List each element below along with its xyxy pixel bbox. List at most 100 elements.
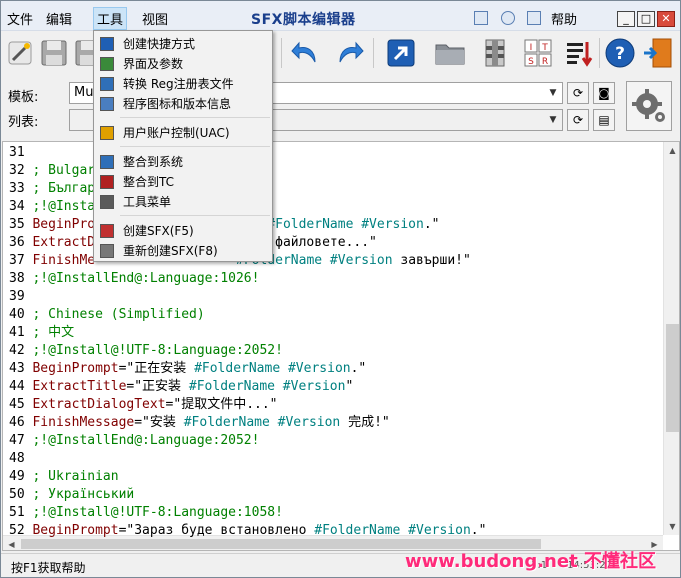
exit-icon[interactable] xyxy=(641,36,675,70)
code-line[interactable]: 33 ; Българ xyxy=(9,180,95,198)
code-segment: ="安装 xyxy=(134,415,184,430)
code-line[interactable]: 31 xyxy=(9,144,32,162)
tool-menu-icon xyxy=(100,195,114,209)
program-info-icon xyxy=(100,97,114,111)
magic-wand-icon[interactable] xyxy=(3,36,37,70)
scroll-up-icon[interactable]: ▲ xyxy=(664,142,679,159)
help-icon[interactable]: ? xyxy=(603,36,637,70)
vertical-scrollbar[interactable]: ▲ ▼ xyxy=(663,142,679,535)
code-line[interactable]: 39 xyxy=(9,288,32,306)
line-number: 40 xyxy=(9,307,25,322)
code-line[interactable]: 46 FinishMessage="安装 #FolderName #Versio… xyxy=(9,414,390,432)
code-line[interactable]: 50 ; Український xyxy=(9,486,134,504)
line-number: 49 xyxy=(9,469,25,484)
text-style-icon[interactable]: I T S R xyxy=(521,36,555,70)
refresh-icon[interactable] xyxy=(501,11,515,25)
settings-doc-icon[interactable] xyxy=(474,11,488,25)
menu-file[interactable]: 文件 xyxy=(7,9,33,28)
tools-menu-item[interactable]: 整合到TC xyxy=(95,172,271,192)
tools-menu: 创建快捷方式 界面及参数转换 Reg注册表文件 程序图标和版本信息 用户账户控制(UA… xyxy=(93,30,273,262)
document-icon: ▤ xyxy=(598,113,610,127)
text-style-letter: I xyxy=(530,43,533,53)
menu-help[interactable]: 帮助 xyxy=(551,9,577,28)
tools-menu-item[interactable]: 工具菜单 xyxy=(95,192,271,212)
tools-menu-item[interactable]: 创建快捷方式 xyxy=(95,34,271,54)
close-button[interactable]: ✕ xyxy=(657,11,675,27)
camera-button[interactable]: ◙ xyxy=(593,82,615,104)
toolbar-separator xyxy=(281,38,282,68)
tools-menu-item[interactable]: 转换 Reg注册表文件 xyxy=(95,74,271,94)
tools-menu-item[interactable]: 程序图标和版本信息 xyxy=(95,94,271,114)
code-line[interactable]: 42 ;!@Install@!UTF-8:Language:2052! xyxy=(9,342,283,360)
svg-text:?: ? xyxy=(615,44,625,64)
document-icon[interactable] xyxy=(527,11,541,25)
code-segment: ; 中文 xyxy=(32,325,75,340)
tools-menu-item[interactable]: 创建SFX(F5) xyxy=(95,221,271,241)
code-line[interactable]: 41 ; 中文 xyxy=(9,324,74,342)
code-segment: #FolderName #Version xyxy=(183,415,341,430)
code-segment: ;!@InstallEnd@:Language:2052! xyxy=(32,433,260,448)
title-bar: 文件 编辑 工具 视图 SFX脚本编辑器 帮助 _ □ ✕ xyxy=(1,1,680,31)
code-segment: ; Український xyxy=(32,487,135,502)
maximize-button[interactable]: □ xyxy=(637,11,655,27)
line-number: 42 xyxy=(9,343,25,358)
code-line[interactable]: 40 ; Chinese (Simplified) xyxy=(9,306,205,324)
line-number: 33 xyxy=(9,181,25,196)
menu-tools[interactable]: 工具 xyxy=(92,7,128,30)
line-number: 37 xyxy=(9,253,25,268)
refresh-list-button[interactable]: ⟳ xyxy=(567,109,589,131)
app-title: SFX脚本编辑器 xyxy=(251,12,356,28)
chevron-down-icon[interactable]: ▼ xyxy=(546,85,560,101)
list-label: 列表: xyxy=(8,115,39,130)
chevron-down-icon[interactable]: ▼ xyxy=(546,112,560,128)
code-segment: ;!@InstallEnd@:Language:1026! xyxy=(32,271,260,286)
sort-icon[interactable] xyxy=(562,36,596,70)
settings-button[interactable] xyxy=(626,81,672,131)
menu-view[interactable]: 视图 xyxy=(142,9,168,28)
line-number: 41 xyxy=(9,325,25,340)
toolbar-separator xyxy=(373,38,374,68)
system-integrate-icon xyxy=(100,155,114,169)
archive-icon[interactable] xyxy=(478,36,512,70)
text-style-letter: T xyxy=(541,43,548,53)
code-line[interactable]: 38 ;!@InstallEnd@:Language:1026! xyxy=(9,270,259,288)
folder-icon[interactable] xyxy=(433,36,467,70)
undo-icon[interactable] xyxy=(289,36,323,70)
vertical-scroll-thumb[interactable] xyxy=(666,324,679,432)
line-number: 34 xyxy=(9,199,25,214)
code-segment: ExtractDialogText xyxy=(32,397,166,412)
line-number: 47 xyxy=(9,433,25,448)
code-line[interactable]: 51 ;!@Install@!UTF-8:Language:1058! xyxy=(9,504,283,522)
minimize-button[interactable]: _ xyxy=(617,11,635,27)
tools-menu-item[interactable]: 重新创建SFX(F8) xyxy=(95,241,271,261)
list-doc-button[interactable]: ▤ xyxy=(593,109,615,131)
menu-edit[interactable]: 编辑 xyxy=(46,9,72,28)
code-line[interactable]: 32 ; Bulgar xyxy=(9,162,95,180)
code-line[interactable]: 43 BeginPrompt="正在安装 #FolderName #Versio… xyxy=(9,360,366,378)
menu-separator xyxy=(120,215,270,216)
tools-menu-item[interactable]: 整合到系统 xyxy=(95,152,271,172)
redo-icon[interactable] xyxy=(332,36,366,70)
code-line[interactable]: 45 ExtractDialogText="提取文件中..." xyxy=(9,396,278,414)
code-segment: завърши!" xyxy=(392,253,471,268)
text-style-letter: R xyxy=(542,57,548,67)
tools-menu-item-label: 创建快捷方式 xyxy=(123,37,196,51)
code-segment: FinishMe xyxy=(32,253,96,268)
code-line[interactable]: 47 ;!@InstallEnd@:Language:2052! xyxy=(9,432,259,450)
line-number: 35 xyxy=(9,217,25,232)
code-line[interactable]: 52 BeginPrompt="Зараз буде встановлено #… xyxy=(9,522,486,540)
code-line[interactable]: 48 xyxy=(9,450,32,468)
tools-menu-item-label: 界面及参数 xyxy=(123,57,184,71)
save-icon[interactable] xyxy=(37,36,71,70)
tools-menu-item[interactable]: 界面及参数 xyxy=(95,54,271,74)
code-line[interactable]: 49 ; Ukrainian xyxy=(9,468,119,486)
code-segment: ; Bulgar xyxy=(32,163,96,178)
jump-icon[interactable] xyxy=(384,36,418,70)
line-number: 48 xyxy=(9,451,25,466)
scroll-down-icon[interactable]: ▼ xyxy=(664,518,679,535)
code-segment: ="提取文件中..." xyxy=(165,397,278,412)
line-number: 52 xyxy=(9,523,25,538)
code-line[interactable]: 44 ExtractTitle="正安装 #FolderName #Versio… xyxy=(9,378,353,396)
refresh-template-button[interactable]: ⟳ xyxy=(567,82,589,104)
tools-menu-item[interactable]: 用户账户控制(UAC) xyxy=(95,123,271,143)
